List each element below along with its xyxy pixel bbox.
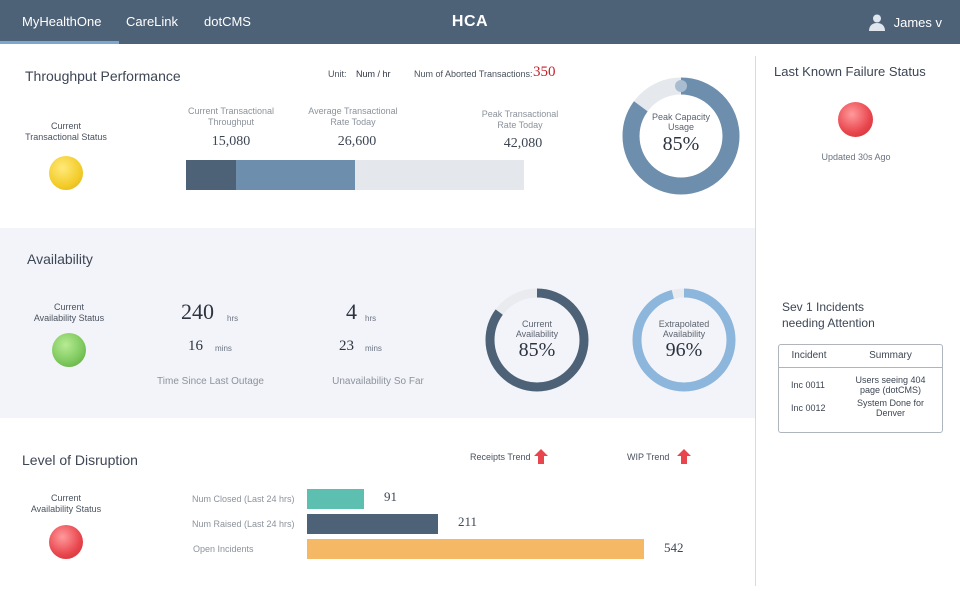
since-outage-mins-unit: mins	[215, 344, 232, 353]
panel-divider	[755, 56, 756, 586]
user-name: James v	[893, 14, 942, 30]
incident-summary: Users seeing 404 page (dotCMS)	[855, 374, 926, 395]
transactional-status-label: Current Transactional Status	[25, 121, 107, 142]
incident-id[interactable]: Inc 0011	[779, 367, 839, 395]
peak-rate-value: 42,080	[503, 136, 543, 151]
user-menu[interactable]: James v	[868, 0, 942, 44]
throughput-panel: Throughput Performance Unit: Num / hr Nu…	[0, 44, 755, 228]
peak-capacity-value: 85%	[662, 133, 700, 155]
open-incidents-value: 542	[664, 540, 684, 555]
unit-value: Num / hr	[356, 69, 391, 79]
current-availability-value: 85%	[518, 339, 556, 361]
unit-label: Unit:	[328, 69, 347, 79]
peak-capacity-knob	[675, 80, 687, 92]
extrapolated-availability-value: 96%	[665, 339, 703, 361]
receipts-trend-label: Receipts Trend	[470, 452, 531, 462]
since-outage-hours-unit: hrs	[227, 314, 239, 323]
throughput-title: Throughput Performance	[25, 68, 181, 84]
availability-title: Availability	[27, 251, 93, 267]
num-raised-bar	[307, 514, 438, 534]
unavailability-caption: Unavailability So Far	[332, 376, 424, 387]
since-outage-caption: Time Since Last Outage	[157, 376, 264, 387]
tab-myhealthone[interactable]: MyHealthOne	[0, 0, 121, 44]
disruption-panel: Level of Disruption Receipts Trend WIP T…	[0, 418, 755, 591]
extrapolated-availability-label: Extrapolated Availability	[658, 319, 710, 339]
sev1-incidents-table: Incident Summary Inc 0011 Users seeing 4…	[778, 344, 943, 433]
unavailability-hours: 4	[346, 299, 357, 324]
unavailability-mins-unit: mins	[365, 344, 382, 353]
table-row[interactable]: Inc 0012 System Done for Denver	[779, 395, 942, 418]
receipts-trend-up-arrow-icon	[534, 449, 548, 464]
peak-capacity-label: Peak Capacity Usage	[651, 112, 711, 132]
num-raised-label: Num Raised (Last 24 hrs)	[192, 519, 295, 529]
aborted-label: Num of Aborted Transactions:	[414, 69, 533, 79]
tab-dotcms[interactable]: dotCMS	[204, 0, 251, 44]
tab-carelink[interactable]: CareLink	[126, 0, 178, 44]
current-throughput-value: 15,080	[211, 134, 251, 149]
wip-trend-label: WIP Trend	[627, 452, 670, 462]
availability-status-indicator	[52, 333, 86, 367]
unavailability-hours-unit: hrs	[365, 314, 377, 323]
num-closed-label: Num Closed (Last 24 hrs)	[192, 494, 295, 504]
since-outage-mins: 16	[188, 338, 203, 354]
aborted-value: 350	[533, 64, 556, 80]
availability-panel: Availability Current Availability Status…	[0, 228, 755, 418]
incident-column-header: Incident	[791, 350, 827, 362]
failure-updated-time: Updated 30s Ago	[821, 152, 891, 162]
disruption-status-indicator	[49, 525, 83, 559]
num-raised-value: 211	[458, 514, 478, 529]
disruption-status-label: Current Availability Status	[30, 493, 102, 514]
availability-status-label: Current Availability Status	[33, 302, 105, 323]
failure-status-title: Last Known Failure Status	[774, 64, 926, 79]
current-throughput-label: Current Transactional Throughput	[187, 106, 275, 127]
user-icon	[868, 14, 885, 31]
incident-summary: System Done for Denver	[856, 397, 925, 418]
since-outage-hours: 240	[181, 299, 214, 324]
peak-rate-label: Peak Transactional Rate Today	[481, 109, 559, 130]
incident-id[interactable]: Inc 0012	[779, 395, 839, 418]
transactional-status-indicator	[49, 156, 83, 190]
current-availability-label: Current Availability	[515, 319, 559, 339]
num-closed-bar	[307, 489, 364, 509]
top-nav-bar: MyHealthOne CareLink dotCMS HCA James v	[0, 0, 960, 44]
disruption-title: Level of Disruption	[22, 452, 138, 468]
average-rate-value: 26,600	[337, 134, 377, 149]
average-rate-label: Average Transactional Rate Today	[308, 106, 398, 127]
unavailability-mins: 23	[339, 338, 354, 354]
num-closed-value: 91	[384, 489, 397, 504]
summary-column-header: Summary	[869, 350, 912, 362]
current-throughput-bar	[186, 160, 236, 190]
wip-trend-up-arrow-icon	[677, 449, 691, 464]
failure-status-indicator	[838, 102, 873, 137]
table-row[interactable]: Inc 0011 Users seeing 404 page (dotCMS)	[779, 367, 942, 395]
sev1-title: Sev 1 Incidents needing Attention	[782, 300, 875, 330]
open-incidents-bar	[307, 539, 644, 559]
open-incidents-label: Open Incidents	[193, 544, 254, 554]
